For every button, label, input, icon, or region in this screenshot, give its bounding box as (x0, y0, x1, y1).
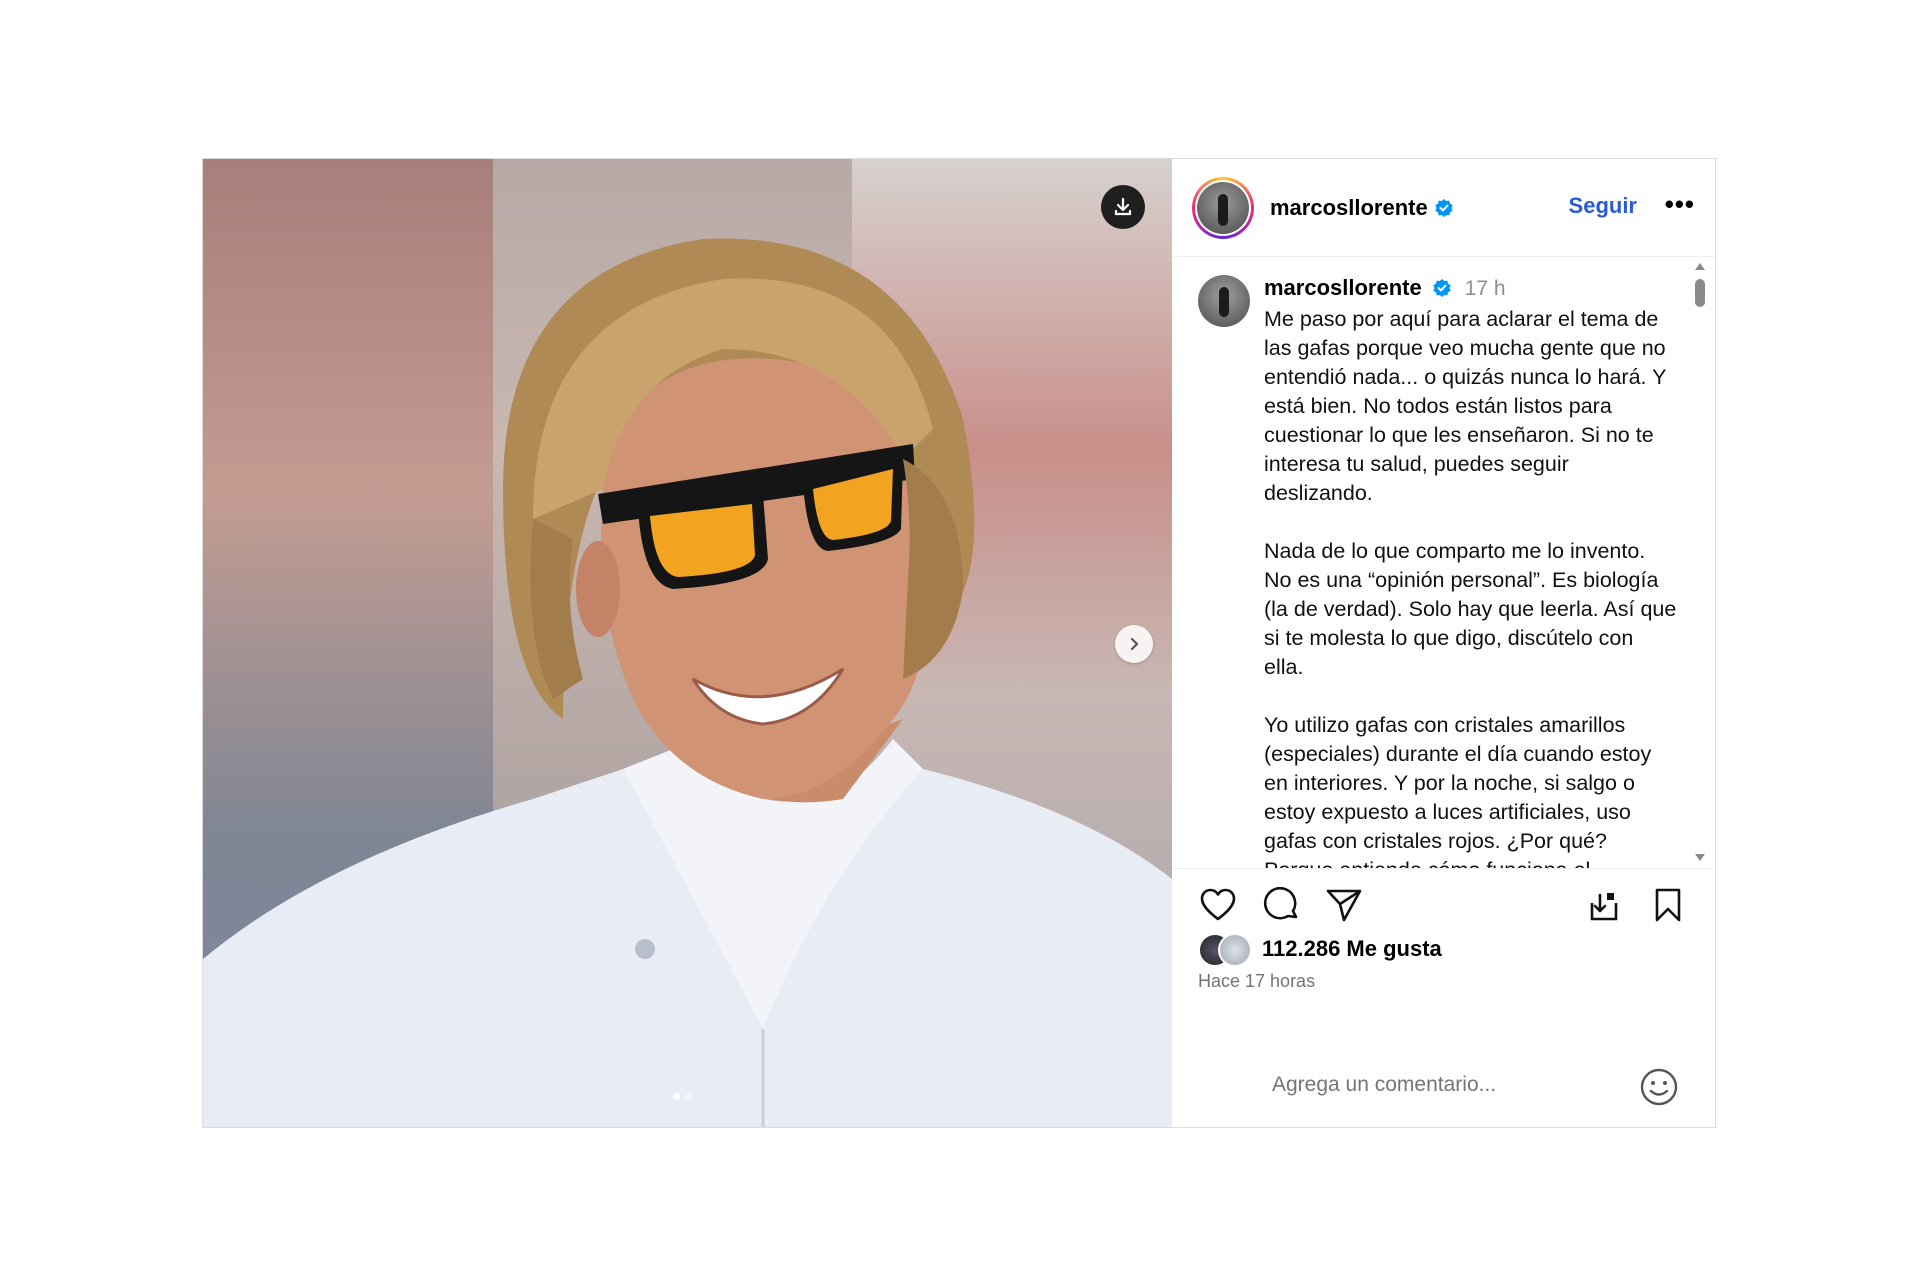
post-timestamp[interactable]: Hace 17 horas (1172, 971, 1715, 992)
profile-avatar[interactable] (1192, 176, 1254, 239)
caption-avatar[interactable] (1198, 275, 1250, 327)
post-sidebar: marcosllorente Seguir ••• marcosllorente (1172, 159, 1715, 1127)
scroll-thumb[interactable] (1695, 279, 1705, 307)
liker-avatar (1218, 933, 1252, 967)
follow-button[interactable]: Seguir (1569, 193, 1637, 219)
instagram-post: marcosllorente Seguir ••• marcosllorente (202, 158, 1716, 1128)
comments-scrollbar[interactable] (1693, 263, 1707, 861)
chevron-right-icon (1130, 637, 1139, 651)
scroll-up-arrow[interactable] (1695, 263, 1705, 270)
likes-row[interactable]: 112.286 Me gusta (1172, 929, 1715, 969)
bookmark-icon[interactable] (1648, 885, 1688, 925)
comment-icon[interactable] (1262, 885, 1302, 925)
liker-avatars (1198, 931, 1258, 967)
post-media[interactable] (203, 159, 1172, 1127)
comments-section[interactable]: marcosllorente 17 h Me paso por aquí par… (1172, 257, 1715, 869)
carousel-dot-active (673, 1093, 680, 1100)
header-username[interactable]: marcosllorente (1270, 195, 1428, 221)
share-icon[interactable] (1324, 885, 1364, 925)
carousel-next-button[interactable] (1115, 625, 1153, 663)
post-photo (203, 238, 1172, 1127)
save-to-collection-icon[interactable] (1584, 885, 1624, 925)
carousel-dot (686, 1093, 693, 1100)
caption-time[interactable]: 17 h (1465, 277, 1506, 300)
comment-input[interactable] (1270, 1072, 1614, 1098)
likes-count[interactable]: 112.286 Me gusta (1262, 936, 1442, 962)
more-options-button[interactable]: ••• (1665, 189, 1695, 220)
caption-text: Me paso por aquí para aclarar el tema de… (1264, 307, 1677, 868)
scroll-down-arrow[interactable] (1695, 854, 1705, 861)
download-icon (1114, 197, 1132, 216)
caption: marcosllorente 17 h Me paso por aquí par… (1198, 275, 1678, 868)
verified-badge-icon (1433, 279, 1451, 297)
action-bar (1172, 869, 1715, 929)
heart-icon[interactable] (1198, 885, 1238, 925)
comment-bar (1172, 1043, 1715, 1127)
caption-username[interactable]: marcosllorente (1264, 275, 1422, 300)
verified-badge-icon (1435, 198, 1453, 217)
download-button[interactable] (1101, 185, 1145, 229)
post-header: marcosllorente Seguir ••• (1172, 159, 1715, 257)
carousel-indicator (673, 1093, 693, 1100)
emoji-icon[interactable] (1639, 1067, 1679, 1107)
